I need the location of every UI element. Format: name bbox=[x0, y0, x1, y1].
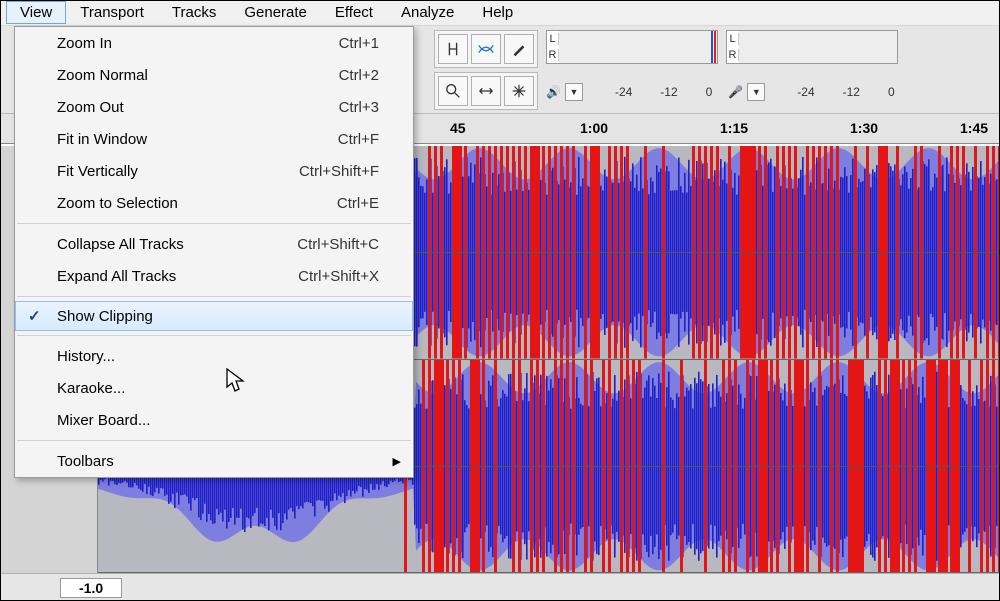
menu-item-zoom-in[interactable]: Zoom In Ctrl+1 bbox=[15, 27, 413, 59]
envelope-tool-icon[interactable] bbox=[471, 34, 501, 64]
menu-item-zoom-normal[interactable]: Zoom Normal Ctrl+2 bbox=[15, 59, 413, 91]
time-label: 45 bbox=[450, 120, 466, 136]
draw-tool-icon[interactable] bbox=[504, 34, 534, 64]
menu-view[interactable]: View bbox=[6, 1, 66, 24]
menu-item-label: Collapse All Tracks bbox=[57, 236, 184, 253]
menu-shortcut: Ctrl+Shift+C bbox=[297, 236, 399, 253]
menu-item-label: Zoom Out bbox=[57, 99, 124, 116]
menu-item-zoom-to-selection[interactable]: Zoom to Selection Ctrl+E bbox=[15, 187, 413, 219]
menu-item-label: Fit Vertically bbox=[57, 163, 138, 180]
view-menu-dropdown: Zoom In Ctrl+1 Zoom Normal Ctrl+2 Zoom Out Ct… bbox=[14, 26, 414, 478]
amplitude-value: -1.0 bbox=[60, 578, 122, 598]
menu-shortcut: Ctrl+1 bbox=[339, 35, 399, 52]
menu-item-label: Expand All Tracks bbox=[57, 268, 176, 285]
menubar: View Transport Tracks Generate Effect An… bbox=[0, 0, 1000, 26]
zoom-tool-icon[interactable] bbox=[438, 76, 468, 106]
menu-item-label: Zoom to Selection bbox=[57, 195, 178, 212]
output-meter: L R bbox=[546, 30, 718, 64]
menu-shortcut: Ctrl+2 bbox=[339, 67, 399, 84]
speaker-icon: 🔊 bbox=[546, 85, 561, 99]
menu-separator bbox=[17, 296, 411, 297]
meter-l-label: L bbox=[547, 33, 559, 45]
menu-item-label: History... bbox=[57, 348, 115, 365]
menu-analyze[interactable]: Analyze bbox=[387, 1, 468, 24]
time-label: 1:00 bbox=[580, 120, 608, 136]
menu-tracks[interactable]: Tracks bbox=[158, 1, 230, 24]
menu-shortcut: Ctrl+Shift+F bbox=[299, 163, 399, 180]
menu-separator bbox=[17, 440, 411, 441]
menu-item-label: Toolbars bbox=[57, 453, 114, 470]
menu-shortcut: Ctrl+Shift+X bbox=[298, 268, 399, 285]
time-label: 1:15 bbox=[720, 120, 748, 136]
menu-item-toolbars[interactable]: Toolbars ▶ bbox=[15, 445, 413, 477]
timeshift-tool-icon[interactable] bbox=[471, 76, 501, 106]
menu-shortcut: Ctrl+F bbox=[338, 131, 399, 148]
time-label: 1:45 bbox=[960, 120, 988, 136]
selection-tool-icon[interactable] bbox=[438, 34, 468, 64]
menu-effect[interactable]: Effect bbox=[321, 1, 387, 24]
mic-icon: 🎤 bbox=[728, 85, 743, 99]
menu-item-fit-vertically[interactable]: Fit Vertically Ctrl+Shift+F bbox=[15, 155, 413, 187]
meter-r-label: R bbox=[547, 49, 559, 61]
menu-transport[interactable]: Transport bbox=[66, 1, 158, 24]
output-meter-menu[interactable]: ▼ bbox=[565, 83, 583, 101]
input-meter-menu[interactable]: ▼ bbox=[747, 83, 765, 101]
menu-item-show-clipping[interactable]: ✓ Show Clipping bbox=[15, 301, 413, 331]
check-icon: ✓ bbox=[28, 307, 41, 325]
menu-item-label: Karaoke... bbox=[57, 380, 125, 397]
time-label: 1:30 bbox=[850, 120, 878, 136]
edit-tools bbox=[434, 30, 538, 68]
multi-tool-icon[interactable] bbox=[504, 76, 534, 106]
input-meter-scale: 🎤 ▼ -24 -12 0 bbox=[728, 83, 894, 101]
menu-item-label: Fit in Window bbox=[57, 131, 147, 148]
menu-separator bbox=[17, 335, 411, 336]
menu-generate[interactable]: Generate bbox=[230, 1, 321, 24]
menu-item-fit-in-window[interactable]: Fit in Window Ctrl+F bbox=[15, 123, 413, 155]
menu-item-label: Zoom Normal bbox=[57, 67, 148, 84]
menu-item-label: Show Clipping bbox=[57, 308, 153, 325]
output-meter-scale: 🔊 ▼ -24 -12 0 bbox=[546, 83, 712, 101]
menu-item-zoom-out[interactable]: Zoom Out Ctrl+3 bbox=[15, 91, 413, 123]
menu-item-history[interactable]: History... bbox=[15, 340, 413, 372]
menu-shortcut: Ctrl+3 bbox=[339, 99, 399, 116]
menu-item-mixer-board[interactable]: Mixer Board... bbox=[15, 404, 413, 436]
menu-item-collapse-all-tracks[interactable]: Collapse All Tracks Ctrl+Shift+C bbox=[15, 228, 413, 260]
submenu-arrow-icon: ▶ bbox=[393, 455, 401, 468]
menu-item-karaoke[interactable]: Karaoke... bbox=[15, 372, 413, 404]
meter-l-label-2: L bbox=[727, 33, 739, 45]
menu-separator bbox=[17, 223, 411, 224]
menu-help[interactable]: Help bbox=[468, 1, 527, 24]
menu-item-label: Mixer Board... bbox=[57, 412, 150, 429]
input-meter: L R bbox=[726, 30, 898, 64]
menu-item-expand-all-tracks[interactable]: Expand All Tracks Ctrl+Shift+X bbox=[15, 260, 413, 292]
menu-item-label: Zoom In bbox=[57, 35, 112, 52]
view-tools bbox=[434, 72, 538, 110]
status-bar: -1.0 bbox=[0, 573, 1000, 601]
meter-r-label-2: R bbox=[727, 49, 739, 61]
menu-shortcut: Ctrl+E bbox=[337, 195, 399, 212]
